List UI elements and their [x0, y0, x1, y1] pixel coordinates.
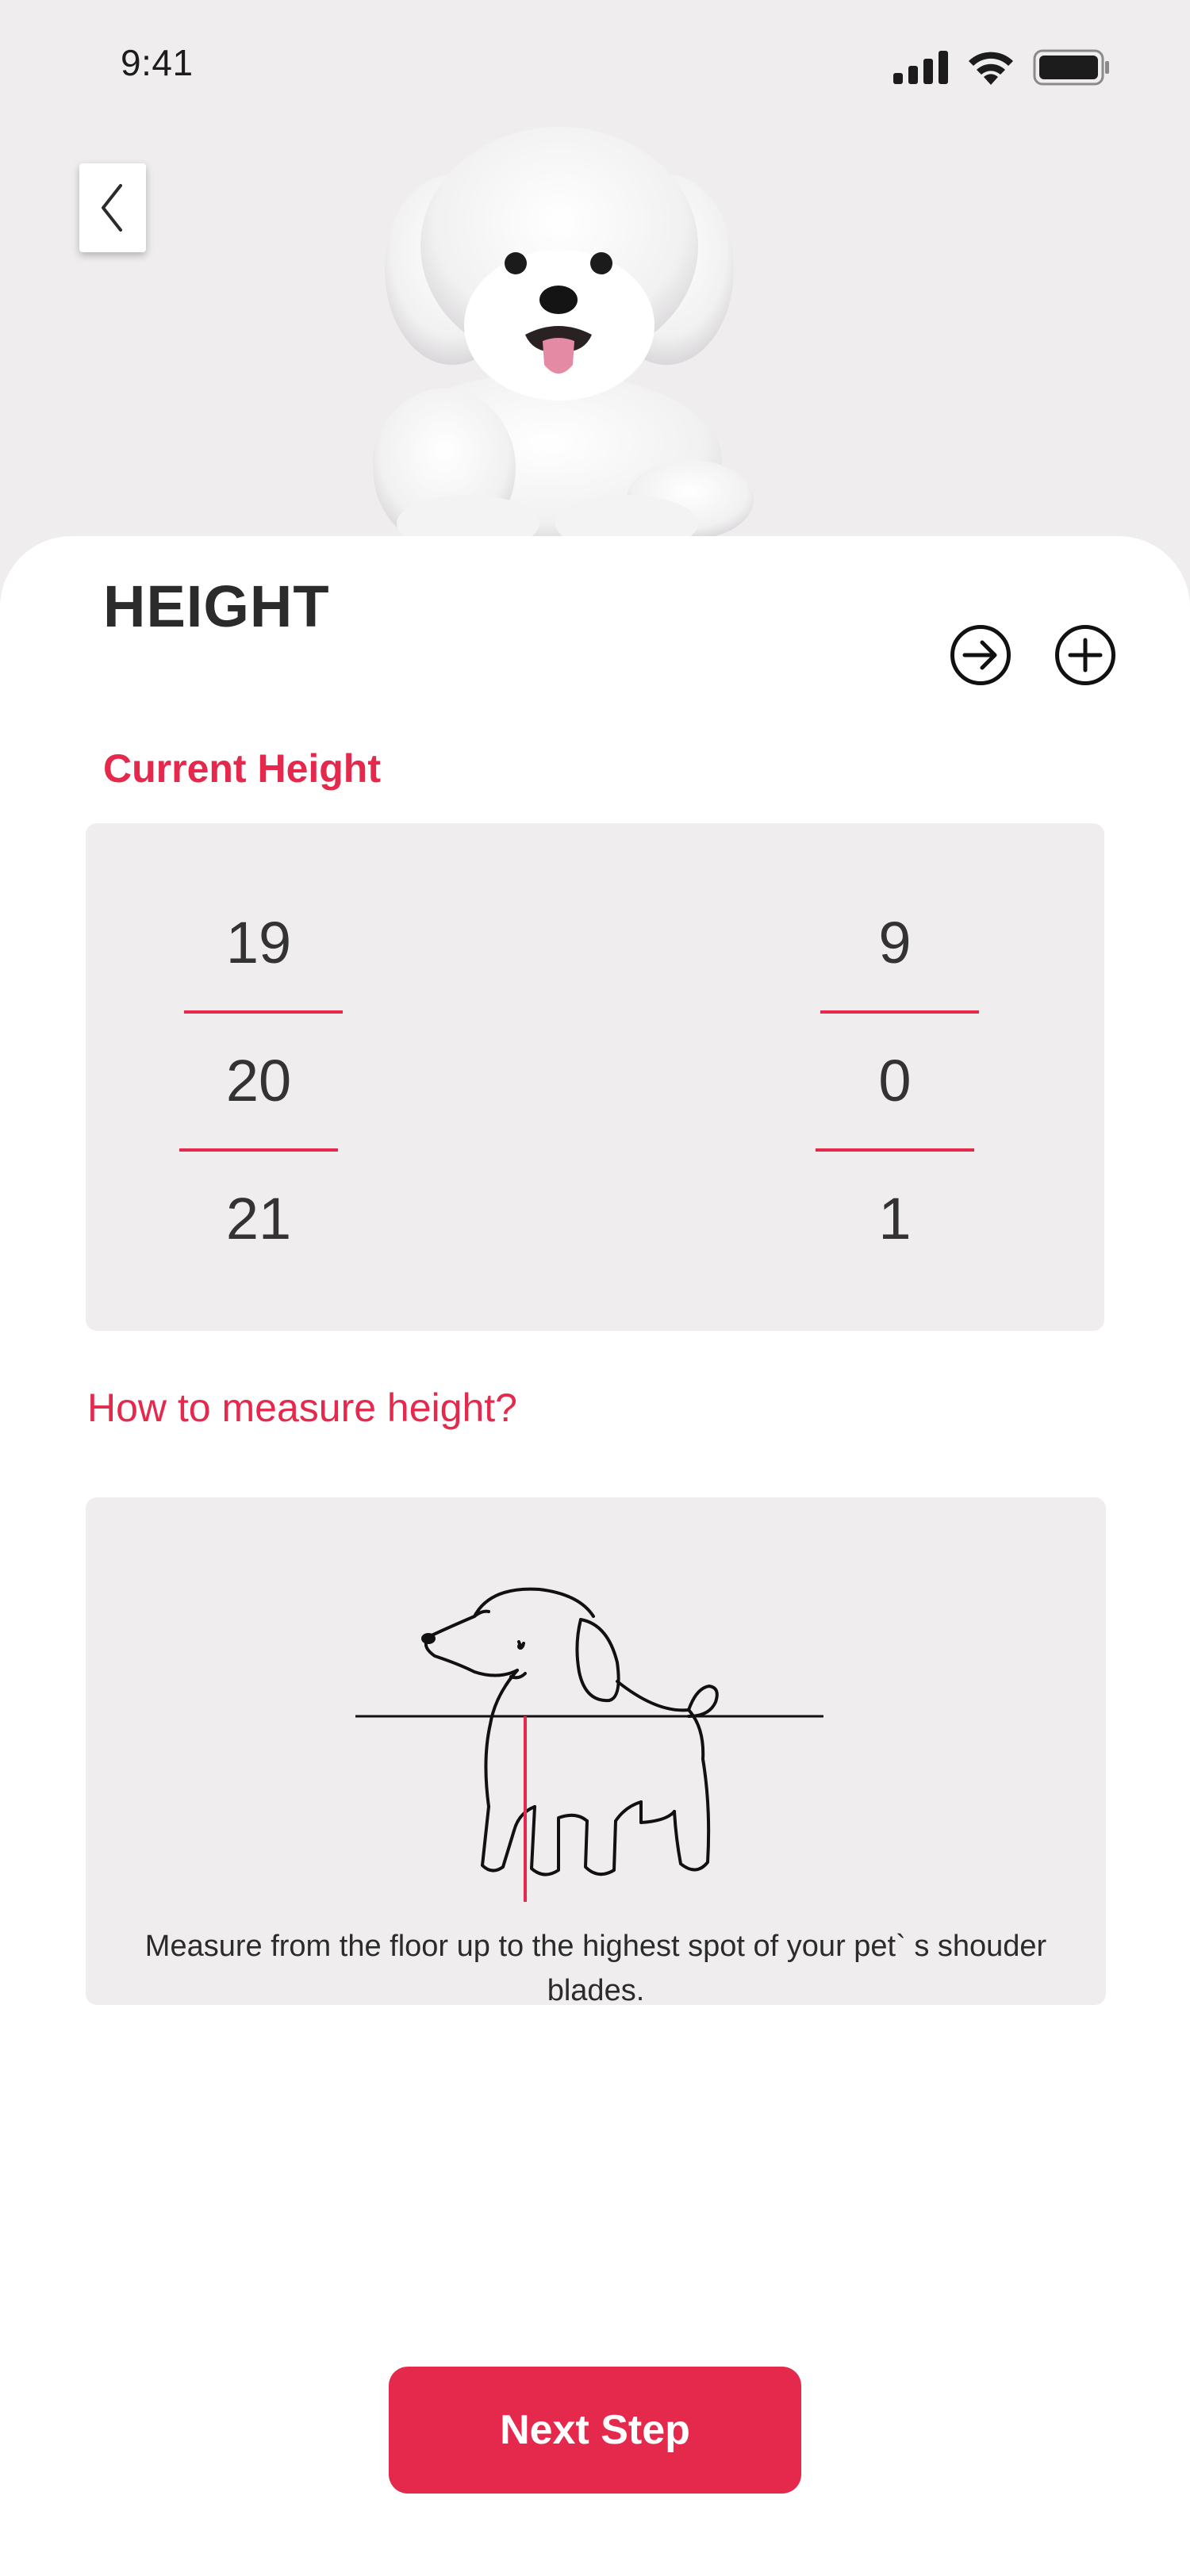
picker-option[interactable]: 9 [800, 909, 990, 976]
fraction-wheel[interactable]: 9 0 1 [800, 823, 990, 1331]
page-title: HEIGHT [103, 573, 330, 639]
status-bar: 9:41 [0, 0, 1190, 119]
measurement-guide: Measure from the floor up to the highest… [86, 1497, 1106, 2007]
signal-icon [893, 51, 948, 84]
next-step-button[interactable]: Next Step [389, 2367, 801, 2494]
picker-selected-value[interactable]: 20 [163, 1047, 354, 1114]
wifi-icon [969, 52, 1013, 85]
status-icons [893, 49, 1111, 86]
selection-line-top [184, 1010, 343, 1014]
dog-photo [373, 127, 754, 552]
current-height-label: Current Height [103, 746, 381, 791]
battery-icon [1033, 49, 1109, 86]
picker-option[interactable]: 21 [163, 1185, 354, 1252]
picker-option[interactable]: 19 [163, 909, 354, 976]
selection-line-bottom [816, 1148, 974, 1152]
add-button[interactable] [1055, 625, 1115, 685]
height-picker[interactable]: 19 20 21 9 0 1 [86, 823, 1104, 1331]
whole-number-wheel[interactable]: 19 20 21 [163, 823, 354, 1331]
how-to-measure-link[interactable]: How to measure height? [87, 1385, 517, 1431]
selection-line-bottom [179, 1148, 338, 1152]
picker-selected-value[interactable]: 0 [800, 1047, 990, 1114]
chevron-left-icon [102, 184, 122, 232]
selection-line-top [820, 1010, 979, 1014]
guide-caption: Measure from the floor up to the highest… [144, 1930, 1047, 2007]
dog-measure-illustration [355, 1587, 823, 1902]
back-button[interactable] [79, 163, 146, 252]
picker-option[interactable]: 1 [800, 1185, 990, 1252]
status-time: 9:41 [121, 42, 194, 83]
next-arrow-button[interactable] [950, 625, 1011, 685]
plus-circle-icon [1068, 638, 1103, 673]
arrow-right-circle-icon [962, 640, 997, 670]
